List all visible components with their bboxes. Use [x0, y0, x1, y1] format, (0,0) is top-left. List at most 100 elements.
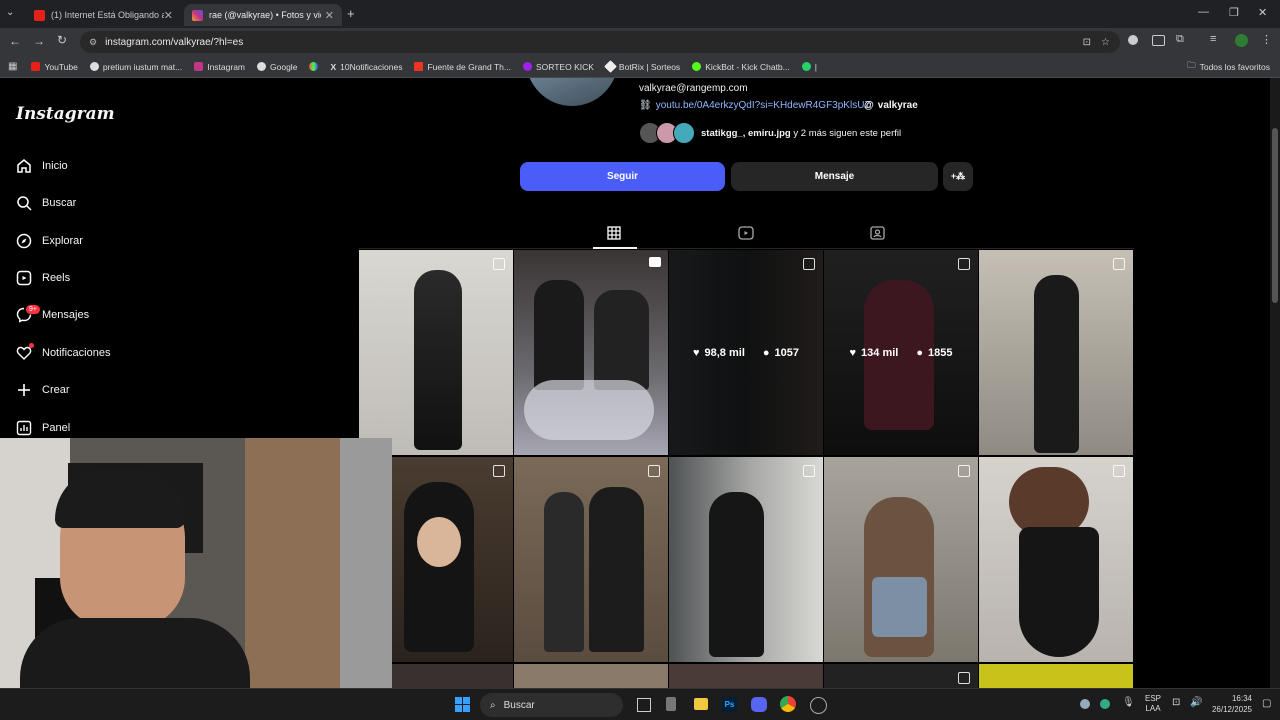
bookmark-fuente[interactable]: Fuente de Grand Th... [414, 62, 511, 72]
post-thumbnail[interactable] [514, 250, 668, 455]
back-icon[interactable]: ← [9, 34, 21, 48]
media-control-icon[interactable]: ≡ [1210, 33, 1216, 45]
post-thumbnail[interactable] [824, 457, 978, 662]
bookmark-colorful[interactable] [309, 62, 322, 71]
volume-icon[interactable]: 🔊 [1190, 697, 1202, 708]
post-thumbnail[interactable] [979, 664, 1133, 688]
address-bar[interactable]: ⚙ instagram.com/valkyrae/?hl=es ⊡ ☆ [80, 31, 1120, 53]
profile-avatar[interactable] [526, 78, 618, 106]
post-thumbnail[interactable] [514, 664, 668, 688]
tray-icon[interactable] [1100, 699, 1110, 709]
tab-search-icon[interactable]: ⌄ [6, 7, 20, 21]
profile-link[interactable]: ⛓ youtu.be/0A4erkzyQdI?si=KHdewR4GF3pKls… [639, 100, 871, 111]
bookmark-notificaciones[interactable]: X 10Notificaciones [330, 62, 402, 72]
close-window-button[interactable]: ✕ [1258, 6, 1267, 19]
nav-reels[interactable]: Reels [16, 270, 70, 286]
extension-icon[interactable] [1128, 35, 1138, 45]
notification-dot [29, 343, 34, 348]
tab-instagram[interactable]: rae (@valkyrae) • Fotos y videos ✕ [184, 4, 342, 26]
new-tab-button[interactable]: + [347, 6, 355, 21]
tabs-divider [359, 248, 1134, 249]
profile-avatar[interactable] [1235, 34, 1248, 47]
nav-explorar[interactable]: Explorar [16, 233, 83, 249]
windows-start-icon[interactable] [455, 697, 470, 712]
post-thumbnail[interactable] [979, 457, 1133, 662]
extension-icon[interactable] [1152, 35, 1165, 46]
bookmark-pretium[interactable]: pretium iustum mat... [89, 62, 182, 72]
threads-link[interactable]: @ valkyrae [864, 100, 918, 111]
nav-buscar[interactable]: Buscar [16, 195, 76, 211]
heart-icon: ♥ [849, 346, 857, 359]
bookmark-kickbot[interactable]: KickBot - Kick Chatb... [692, 62, 790, 72]
close-tab-icon[interactable]: ✕ [325, 9, 334, 22]
carousel-icon [958, 672, 970, 684]
tab-youtube[interactable]: (1) Internet Está Obligando a La ✕ [26, 4, 181, 26]
kickbot-icon [692, 62, 702, 71]
page-scrollbar[interactable] [1270, 78, 1280, 688]
network-icon[interactable]: ⊡ [1172, 697, 1180, 708]
close-tab-icon[interactable]: ✕ [164, 9, 173, 22]
bookmark-instagram[interactable]: Instagram [194, 62, 245, 72]
instagram-logo[interactable]: Instagram [16, 104, 115, 124]
whatsapp-icon [801, 62, 811, 71]
nav-panel[interactable]: Panel [16, 420, 70, 436]
bookmark-whatsapp[interactable]: | [801, 62, 817, 72]
all-bookmarks[interactable]: 🗀 Todos los favoritos [1187, 60, 1270, 74]
language-indicator[interactable]: ESP LAA [1145, 694, 1161, 714]
forward-icon[interactable]: → [33, 34, 45, 48]
bookmark-star-icon[interactable]: ☆ [1101, 37, 1110, 48]
followed-by-text[interactable]: statikgg_, emiru.jpg y 2 más siguen este… [701, 128, 901, 139]
apps-grid-icon[interactable]: ▦ [8, 61, 17, 72]
post-thumbnail[interactable] [669, 664, 823, 688]
tagged-icon [870, 226, 885, 240]
post-thumbnail[interactable] [669, 457, 823, 662]
post-thumbnail-hovered[interactable]: ♥ 98,8 mil ● 1057 [669, 250, 823, 455]
install-app-icon[interactable]: ⊡ [1083, 37, 1091, 48]
post-thumbnail-hovered[interactable]: ♥ 134 mil ● 1855 [824, 250, 978, 455]
tab-tagged[interactable] [870, 226, 885, 245]
bookmark-botrix[interactable]: BotRix | Sorteos [604, 60, 680, 73]
mic-icon[interactable]: 🎙 [1122, 697, 1135, 708]
bookmark-google[interactable]: Google [257, 62, 297, 72]
photoshop-icon[interactable]: Ps [722, 697, 737, 712]
clock[interactable]: 16:34 26/12/2025 [1210, 693, 1252, 715]
bookmark-sorteo-kick[interactable]: SORTEO KICK [522, 62, 594, 72]
nav-crear[interactable]: Crear [16, 382, 70, 398]
site-info-icon[interactable]: ⚙ [89, 37, 97, 48]
menu-kebab-icon[interactable]: ⋮ [1261, 33, 1272, 46]
windows-taskbar: ⌕ Buscar Ps 🎙 ESP LAA ⊡ 🔊 16:34 26/12/20… [0, 688, 1280, 720]
message-button[interactable]: Mensaje [731, 162, 938, 191]
follow-button[interactable]: Seguir [520, 162, 725, 191]
post-thumbnail[interactable] [824, 664, 978, 688]
chrome-icon[interactable] [780, 696, 796, 712]
active-tab-indicator [593, 247, 637, 249]
suggested-users-button[interactable]: +⁂ [943, 162, 973, 191]
restore-button[interactable]: ❐ [1229, 6, 1239, 19]
notifications-icon[interactable]: ▢ [1262, 698, 1271, 709]
tab-reels[interactable] [738, 226, 754, 245]
add-person-icon: +⁂ [950, 171, 966, 181]
taskbar-search[interactable]: ⌕ Buscar [480, 693, 623, 717]
extensions-puzzle-icon[interactable]: ⧉ [1176, 33, 1184, 46]
messages-badge: 9+ [26, 305, 40, 314]
webcam-overlay [0, 438, 392, 688]
post-thumbnail[interactable] [979, 250, 1133, 455]
nav-inicio[interactable]: Inicio [16, 158, 68, 174]
reload-icon[interactable]: ↻ [57, 33, 67, 47]
scrollbar-thumb[interactable] [1272, 128, 1278, 303]
post-thumbnail[interactable] [359, 250, 513, 455]
app-icon[interactable] [810, 697, 827, 714]
post-hover-overlay: ♥ 134 mil ● 1855 [824, 250, 978, 455]
post-thumbnail[interactable] [514, 457, 668, 662]
task-view-icon[interactable] [637, 698, 651, 712]
discord-icon[interactable] [751, 697, 767, 712]
file-explorer-icon[interactable] [694, 698, 708, 710]
tray-icon[interactable] [1080, 699, 1090, 709]
youtube-icon [31, 62, 41, 71]
bookmark-youtube[interactable]: YouTube [31, 62, 78, 72]
app-icon[interactable] [666, 697, 676, 711]
reel-icon [649, 257, 661, 267]
search-icon [17, 196, 32, 211]
minimize-button[interactable]: — [1198, 6, 1209, 18]
tab-posts[interactable] [607, 226, 621, 245]
